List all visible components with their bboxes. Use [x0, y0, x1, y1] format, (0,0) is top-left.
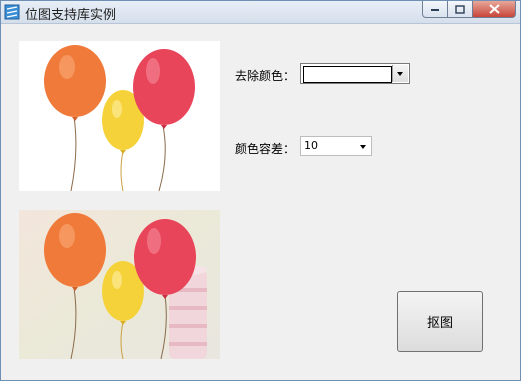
remove-color-dropdown-button[interactable]	[392, 65, 408, 82]
tolerance-select[interactable]: 10	[300, 136, 372, 156]
processed-picture-box	[19, 210, 220, 359]
maximize-button[interactable]	[447, 1, 473, 18]
window-title: 位图支持库实例	[25, 8, 117, 23]
balloons-image	[19, 210, 220, 359]
remove-color-swatch	[303, 66, 392, 83]
close-button[interactable]	[472, 1, 516, 18]
main-window: 位图支持库实例 去除颜色： 颜色容差： 10 抠图	[0, 0, 521, 381]
chevron-down-icon	[397, 72, 403, 76]
tolerance-label: 颜色容差：	[235, 142, 296, 156]
close-icon	[488, 4, 500, 14]
app-icon	[4, 4, 20, 20]
cutout-button[interactable]: 抠图	[397, 291, 483, 352]
remove-color-select[interactable]	[300, 63, 410, 84]
title-bar: 位图支持库实例	[1, 1, 520, 24]
balloons-image	[19, 41, 220, 191]
minimize-button[interactable]	[422, 1, 448, 18]
maximize-icon	[455, 4, 465, 14]
minimize-icon	[431, 9, 439, 11]
chevron-down-icon[interactable]	[360, 145, 366, 149]
tolerance-value: 10	[304, 139, 318, 152]
remove-color-label: 去除颜色：	[235, 69, 296, 83]
original-picture-box	[19, 41, 220, 191]
